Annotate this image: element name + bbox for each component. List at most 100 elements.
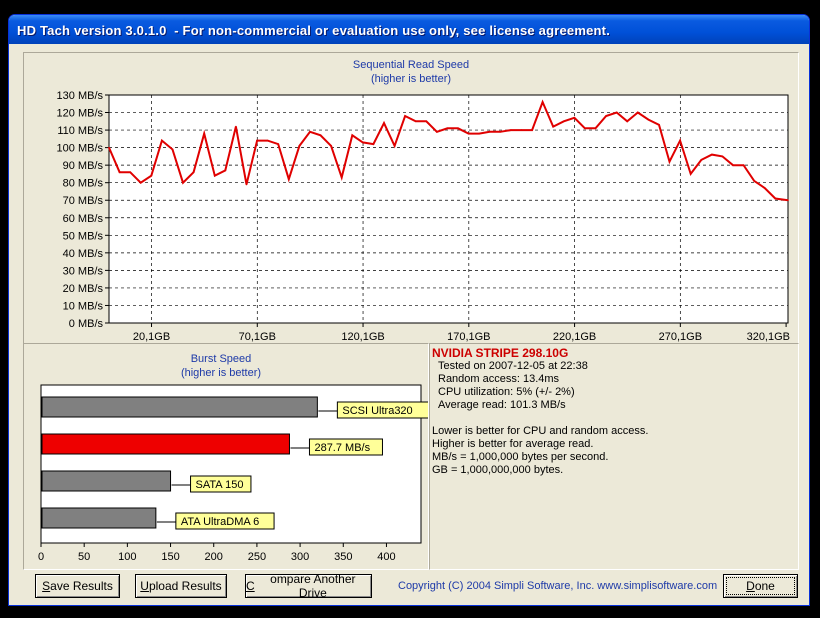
seq-data-point <box>203 132 205 135</box>
seq-data-point <box>615 111 618 114</box>
seq-y-axis: 0 MB/s 10 MB/s 20 MB/s 30 MB/s 40 MB/s 50 MB/… <box>57 90 109 330</box>
seq-y-tick-label: 120 MB/s <box>57 108 104 120</box>
seq-x-tick-label: 120,1GB <box>341 331 384 343</box>
seq-x-tick-label: 220,1GB <box>553 331 596 343</box>
seq-data-point <box>626 120 629 123</box>
seq-y-tick-label: 130 MB/s <box>57 90 104 102</box>
seq-data-point <box>351 134 354 137</box>
seq-data-point <box>637 111 639 114</box>
seq-data-point <box>552 125 555 128</box>
seq-data-point <box>457 127 459 130</box>
seq-data-point <box>425 120 428 123</box>
burst-bar-label: SCSI Ultra320 <box>342 405 412 417</box>
burst-speed-panel: Burst Speed (higher is better) SCSI Ultr… <box>23 343 429 570</box>
seq-data-point <box>658 124 660 126</box>
seq-data-point <box>478 132 480 135</box>
title-bar[interactable]: HD Tach version 3.0.1.0 - For non-commer… <box>9 15 809 44</box>
seq-data-point <box>118 171 121 173</box>
done-button[interactable]: Done <box>723 574 798 598</box>
seq-data-point <box>309 131 311 133</box>
seq-y-tick-label: 50 MB/s <box>63 230 104 242</box>
seq-data-point <box>171 148 174 151</box>
window-client: Sequential Read Speed (higher is better)… <box>13 44 803 600</box>
seq-data-point <box>330 145 332 147</box>
seq-data-point <box>711 153 713 156</box>
sequential-read-chart: Sequential Read Speed (higher is better)… <box>57 59 790 343</box>
burst-chart-title: Burst Speed <box>191 353 252 365</box>
compare-another-drive-button[interactable]: Compare Another Drive <box>245 572 372 600</box>
burst-x-tick-label: 200 <box>205 551 223 563</box>
burst-bar <box>41 470 172 492</box>
copyright-link[interactable]: Copyright (C) 2004 Simpli Software, Inc.… <box>398 580 717 592</box>
seq-y-tick-label: 60 MB/s <box>63 213 104 225</box>
burst-bar <box>41 433 290 455</box>
seq-data-point <box>256 139 258 142</box>
app-window: HD Tach version 3.0.1.0 - For non-commer… <box>8 14 810 606</box>
seq-data-point <box>562 120 565 123</box>
seq-x-axis: 20,1GB 70,1GB 120,1GB 170,1GB 220,1GB 270,1GB… <box>133 323 790 343</box>
tested-on: Tested on 2007-12-05 at 22:38 <box>438 360 588 372</box>
random-access: Random access: 13.4ms <box>438 373 560 385</box>
burst-x-tick-label: 250 <box>248 551 266 563</box>
seq-y-tick-label: 10 MB/s <box>63 300 104 312</box>
seq-y-tick-label: 110 MB/s <box>57 125 103 137</box>
seq-x-tick-label: 170,1GB <box>447 331 490 343</box>
window-title: HD Tach version 3.0.1.0 - For non-commer… <box>17 23 611 38</box>
seq-data-point <box>742 164 745 166</box>
burst-bar-label: 287.7 MB/s <box>314 442 370 454</box>
burst-x-axis: 0 50 100 150 200 250 300 350 400 <box>38 543 396 563</box>
seq-data-point <box>446 127 449 130</box>
seq-data-point <box>287 178 290 180</box>
save-results-button[interactable]: Save Results <box>35 574 120 598</box>
seq-data-point <box>372 143 375 145</box>
seq-data-point <box>213 174 216 177</box>
drive-name: NVIDIA STRIPE 298.10G <box>432 346 569 360</box>
seq-data-point <box>467 132 470 135</box>
burst-x-tick-label: 300 <box>291 551 309 563</box>
seq-data-point <box>161 139 163 142</box>
burst-bar <box>41 396 318 418</box>
seq-data-point <box>594 127 597 130</box>
seq-data-point <box>436 131 438 133</box>
seq-y-tick-label: 0 MB/s <box>69 318 104 330</box>
seq-data-point <box>721 155 724 158</box>
seq-data-point <box>510 129 512 131</box>
seq-chart-subtitle: (higher is better) <box>371 73 451 85</box>
results-info-panel: NVIDIA STRIPE 298.10G Tested on 2007-12-… <box>429 343 799 570</box>
sequential-read-panel: Sequential Read Speed (higher is better)… <box>23 52 799 345</box>
seq-data-point <box>404 115 406 117</box>
note-gb-definition: GB = 1,000,000,000 bytes. <box>432 464 564 476</box>
seq-y-tick-label: 40 MB/s <box>63 248 104 260</box>
average-read: Average read: 101.3 MB/s <box>438 399 566 411</box>
seq-data-point <box>362 141 364 144</box>
seq-data-point <box>499 131 502 133</box>
seq-y-tick-label: 30 MB/s <box>63 265 104 277</box>
seq-data-point <box>182 181 184 184</box>
seq-y-tick-label: 100 MB/s <box>57 143 104 155</box>
burst-x-tick-label: 400 <box>377 551 395 563</box>
seq-chart-title: Sequential Read Speed <box>353 59 469 71</box>
seq-data-point <box>150 174 153 177</box>
note-mbs-definition: MB/s = 1,000,000 bytes per second. <box>432 451 609 463</box>
seq-x-tick-label: 270,1GB <box>659 331 702 343</box>
seq-data-point <box>235 125 237 128</box>
burst-x-tick-label: 0 <box>38 551 44 563</box>
burst-x-tick-label: 150 <box>161 551 179 563</box>
seq-data-point <box>787 199 789 202</box>
seq-x-tick-label: 20,1GB <box>133 331 170 343</box>
seq-x-tick-label: 70,1GB <box>239 331 276 343</box>
seq-data-point <box>679 139 681 142</box>
seq-x-tick-label: 320,1GB <box>747 331 790 343</box>
burst-bar-label: SATA 150 <box>196 479 244 491</box>
seq-data-point <box>129 171 131 173</box>
seq-data-point <box>520 129 523 131</box>
seq-data-point <box>732 164 734 166</box>
seq-data-point <box>224 169 227 172</box>
burst-speed-chart: Burst Speed (higher is better) SCSI Ultr… <box>38 353 428 563</box>
upload-results-button[interactable]: Upload Results <box>135 574 227 598</box>
seq-data-point <box>488 131 491 133</box>
seq-data-point <box>383 122 385 124</box>
seq-data-point <box>139 181 142 184</box>
seq-data-point <box>277 143 280 145</box>
seq-data-point <box>319 134 322 137</box>
